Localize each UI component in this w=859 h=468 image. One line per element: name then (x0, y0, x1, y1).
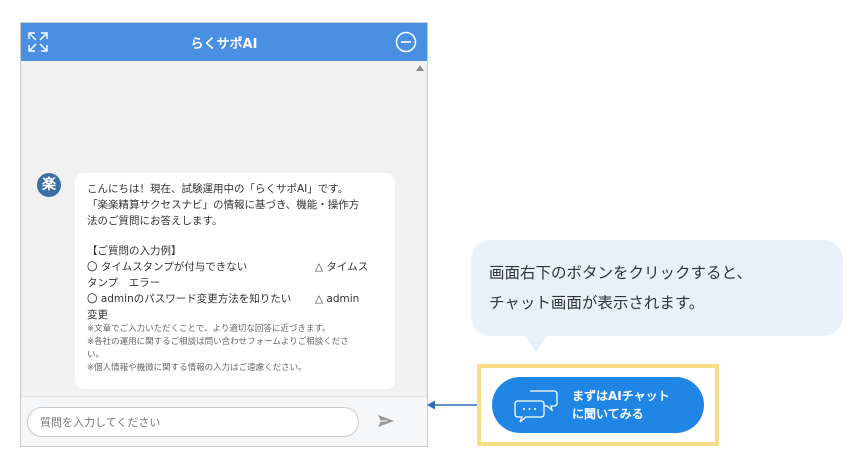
open-ai-chat-button[interactable]: まずはAIチャット に聞いてみる (492, 377, 704, 433)
example-right: △ admin (315, 293, 360, 305)
launcher-label: まずはAIチャット (572, 389, 670, 403)
chat-input-area (21, 396, 427, 446)
bot-message-bubble: こんにちは！現在、試験運用中の「らくサポAI」です。 「楽楽精算サクセスナビ」の… (75, 173, 395, 389)
minimize-icon[interactable] (395, 31, 417, 53)
message-note: ※個人情報や機微に関する情報の入力はご遠慮ください。 (87, 363, 307, 373)
message-intro-line: こんにちは！現在、試験運用中の「らくサポAI」です。 (87, 183, 349, 195)
examples-heading: 【ご質問の入力例】 (87, 245, 182, 257)
message-intro-line: 法のご質問にお答えします。 (87, 215, 223, 227)
question-input[interactable] (27, 407, 359, 437)
message-note: い。 (87, 350, 105, 360)
chat-window: らくサポAI 楽 こんにちは！現在、試験運用中の「らくサポAI」です。 「楽楽精… (20, 22, 428, 447)
chat-scrollbar[interactable] (413, 61, 427, 413)
example-right (315, 307, 383, 323)
chat-title: らくサポAI (190, 37, 258, 52)
example-right: △ タイムス (315, 261, 369, 273)
example-left: 〇 タイムスタンプが付与できない (87, 261, 248, 273)
message-note: ※文章でご入力いただくことで、より適切な回答に近づきます。 (87, 324, 331, 334)
arrow-left-icon (427, 400, 479, 410)
callout-tail (524, 333, 548, 353)
example-left: 変更 (87, 309, 108, 321)
scroll-up-icon[interactable] (416, 65, 424, 71)
example-row: タンプ エラー (87, 275, 383, 291)
launcher-label: に聞いてみる (572, 407, 644, 421)
callout-line: チャット画面が表示されます。 (489, 294, 705, 312)
example-row: 変更 (87, 307, 383, 323)
example-left: 〇 adminのパスワード変更方法を知りたい (87, 293, 292, 305)
example-right (315, 275, 383, 291)
bot-avatar: 楽 (37, 173, 61, 197)
send-icon[interactable] (376, 411, 396, 431)
message-intro-line: 「楽楽精算サクセスナビ」の情報に基づき、機能・操作方 (87, 199, 360, 211)
callout-line: 画面右下のボタンをクリックすると、 (489, 264, 752, 282)
chat-header: らくサポAI (21, 23, 427, 61)
example-row: 〇 タイムスタンプが付与できない △ タイムス (87, 259, 383, 275)
instruction-callout: 画面右下のボタンをクリックすると、 チャット画面が表示されます。 (471, 240, 843, 336)
example-left: タンプ エラー (87, 277, 161, 289)
chat-bubbles-icon (514, 390, 558, 423)
message-note: ※各社の運用に関するご相談は問い合わせフォームよりご相談くださ (87, 337, 349, 347)
example-row: 〇 adminのパスワード変更方法を知りたい △ admin (87, 291, 383, 307)
launcher-highlight: まずはAIチャット に聞いてみる (477, 364, 719, 446)
